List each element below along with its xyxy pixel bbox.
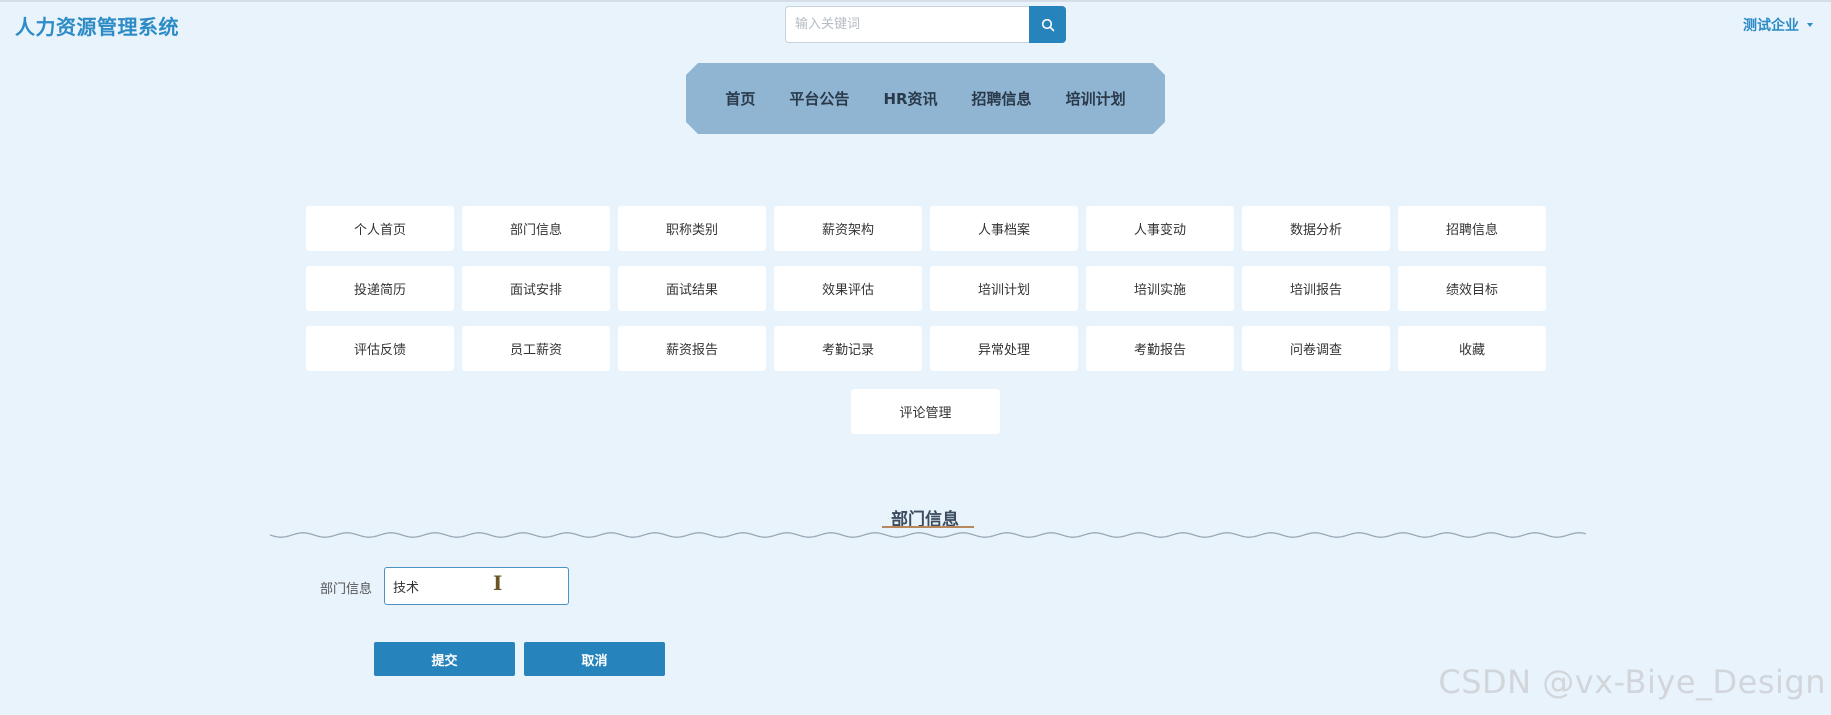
menu-item[interactable]: 培训报告: [1242, 266, 1390, 311]
nav-training-plan[interactable]: 培训计划: [1049, 88, 1143, 109]
menu-item[interactable]: 考勤报告: [1086, 326, 1234, 371]
nav-recruitment[interactable]: 招聘信息: [955, 88, 1049, 109]
department-label: 部门信息: [320, 582, 373, 597]
menu-item-comment-management[interactable]: 评论管理: [851, 389, 1000, 434]
app-logo-title: 人力资源管理系统: [15, 15, 179, 39]
cancel-button[interactable]: 取消: [524, 642, 665, 676]
nav-hr-news[interactable]: HR资讯: [866, 88, 954, 109]
menu-item[interactable]: 收藏: [1398, 326, 1546, 371]
search-bar: [785, 6, 1066, 43]
menu-item[interactable]: 数据分析: [1242, 206, 1390, 251]
chevron-down-icon: [1807, 23, 1813, 27]
menu-item[interactable]: 投递简历: [306, 266, 454, 311]
function-menu-grid: 个人首页 部门信息 职称类别 薪资架构 人事档案 人事变动 数据分析 招聘信息 …: [306, 206, 1546, 371]
menu-item[interactable]: 职称类别: [618, 206, 766, 251]
menu-item[interactable]: 问卷调查: [1242, 326, 1390, 371]
search-icon: [1041, 18, 1054, 31]
search-button[interactable]: [1029, 6, 1066, 43]
menu-item[interactable]: 招聘信息: [1398, 206, 1546, 251]
menu-item[interactable]: 培训计划: [930, 266, 1078, 311]
user-menu[interactable]: 测试企业: [1743, 15, 1813, 35]
wave-divider: [270, 532, 1586, 538]
menu-item[interactable]: 绩效目标: [1398, 266, 1546, 311]
menu-item[interactable]: 培训实施: [1086, 266, 1234, 311]
nav-home[interactable]: 首页: [708, 88, 772, 109]
menu-item[interactable]: 人事档案: [930, 206, 1078, 251]
menu-item[interactable]: 面试安排: [462, 266, 610, 311]
menu-item[interactable]: 异常处理: [930, 326, 1078, 371]
main-nav: 首页 平台公告 HR资讯 招聘信息 培训计划: [686, 63, 1165, 134]
submit-button[interactable]: 提交: [374, 642, 515, 676]
search-input[interactable]: [785, 6, 1029, 43]
nav-announcements[interactable]: 平台公告: [772, 88, 866, 109]
department-input[interactable]: [384, 567, 569, 605]
menu-item[interactable]: 薪资报告: [618, 326, 766, 371]
title-underline: [882, 526, 974, 528]
top-border: [0, 0, 1831, 2]
menu-item[interactable]: 员工薪资: [462, 326, 610, 371]
menu-item[interactable]: 薪资架构: [774, 206, 922, 251]
menu-item[interactable]: 部门信息: [462, 206, 610, 251]
watermark: CSDN @vx-Biye_Design: [1438, 663, 1826, 701]
menu-item[interactable]: 考勤记录: [774, 326, 922, 371]
menu-item[interactable]: 个人首页: [306, 206, 454, 251]
menu-item[interactable]: 效果评估: [774, 266, 922, 311]
menu-item[interactable]: 评估反馈: [306, 326, 454, 371]
text-cursor-icon: I: [493, 571, 503, 595]
user-name: 测试企业: [1743, 18, 1799, 34]
menu-item[interactable]: 人事变动: [1086, 206, 1234, 251]
menu-item[interactable]: 面试结果: [618, 266, 766, 311]
